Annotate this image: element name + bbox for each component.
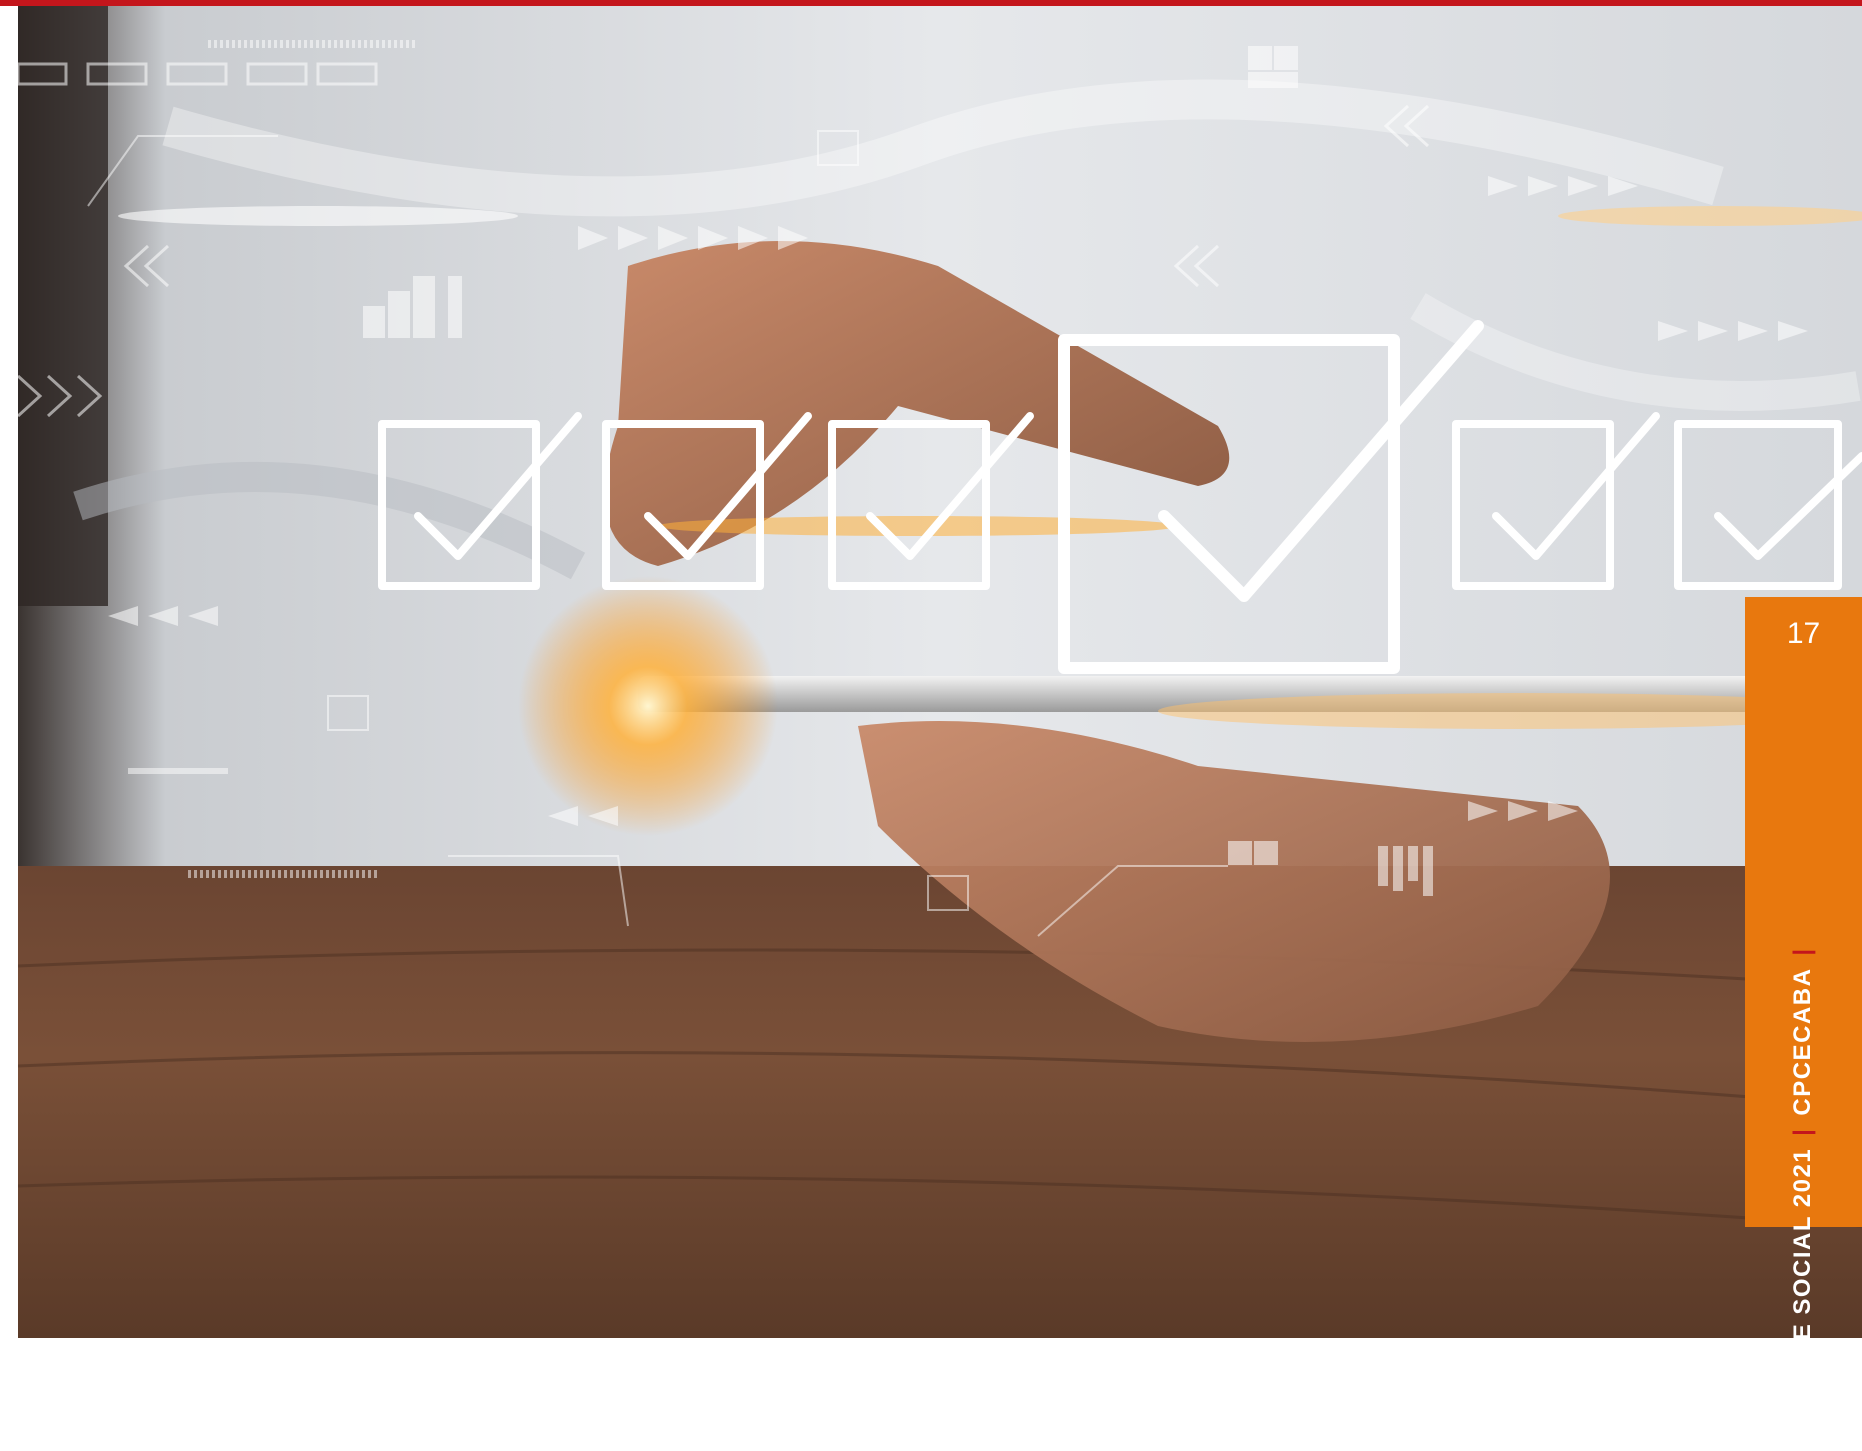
page-number: 17 (1786, 617, 1821, 650)
running-head-tab: 17 BALANCE SOCIAL 2021 | CPCECABA | (1745, 597, 1862, 1451)
running-head: BALANCE SOCIAL 2021 | CPCECABA | (1789, 935, 1817, 1450)
trailing-separator: | (1789, 947, 1816, 956)
organization-name: CPCECABA (1789, 967, 1816, 1116)
publication-title: BALANCE SOCIAL 2021 (1789, 1147, 1816, 1451)
separator: | (1789, 1127, 1816, 1136)
hero-photo (18, 6, 1862, 1338)
